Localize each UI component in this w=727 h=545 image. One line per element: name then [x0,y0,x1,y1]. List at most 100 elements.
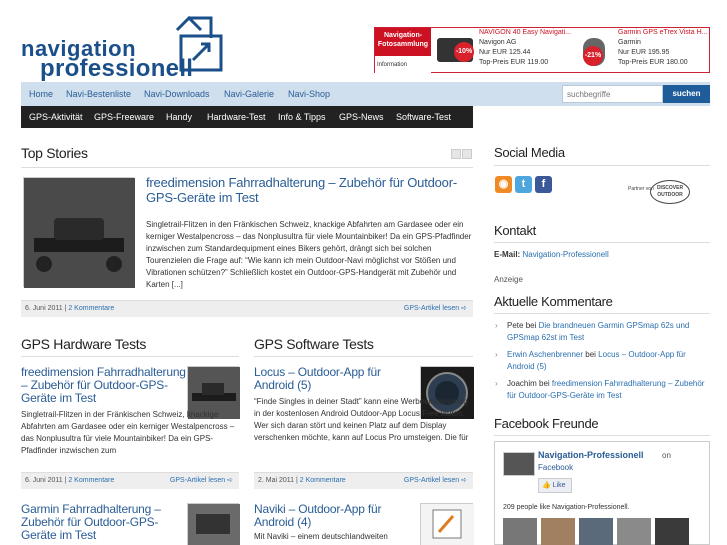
facebook-title: Facebook Freunde [494,416,599,431]
software-article2-thumbnail[interactable] [420,503,474,545]
nav-shop[interactable]: Navi-Shop [288,82,330,106]
fb-like-button[interactable]: 👍 Like [538,478,572,493]
social-media-title: Social Media [494,145,565,160]
fb-page-name[interactable]: Navigation-Professionell [538,450,644,460]
avatar[interactable] [617,518,651,545]
comments-link[interactable]: 2 Kommentare [68,477,114,484]
ad-product-brand: Garmin [618,39,641,46]
arrow-right-icon: › [495,379,498,388]
ad-label: Navigation-Fotosammlung [375,28,431,56]
top-story-meta: 6. Juni 2011 | 2 Kommentare GPS-Artikel … [21,300,473,317]
hardware-article-meta: 6. Juni 2011 | 2 Kommentare GPS-Artikel … [21,472,239,489]
software-article-excerpt: “Finde Singles in deiner Stadt” kann ein… [254,397,469,442]
read-more-link[interactable]: GPS-Artikel lesen ➪ [404,473,467,489]
cat-gps-freeware[interactable]: GPS-Freeware [94,106,154,128]
avatar[interactable] [579,518,613,545]
twitter-icon[interactable]: t [515,176,532,193]
comment-connector: bei [523,321,539,330]
ad-discount-badge: -10% [454,42,474,62]
article-thumbnail[interactable] [23,177,135,288]
discover-outdoor-logo: DISCOVER OUTDOOR [650,180,690,204]
hardware-section-title: GPS Hardware Tests [21,336,147,352]
cat-gps-news[interactable]: GPS-News [339,106,384,128]
rss-icon[interactable]: ◉ [495,176,512,193]
arrow-right-icon: ➪ [227,477,233,484]
hardware-article2-thumbnail[interactable] [187,503,240,545]
slider-next-button[interactable] [462,149,472,159]
top-story-title-link[interactable]: freedimension Fahrradhalterung – Zubehör… [146,175,466,205]
comment-author-link[interactable]: Erwin Aschenbrenner [507,350,583,359]
facebook-icon[interactable]: f [535,176,552,193]
fb-people-count: 209 people like Navigation-Professionell… [503,504,630,511]
slider-prev-button[interactable] [451,149,461,159]
software-section-title: GPS Software Tests [254,336,374,352]
ad-banner[interactable]: Navigation-Fotosammlung Information -10%… [374,27,710,86]
email-label: E-Mail: [494,250,521,259]
ad-product-2[interactable]: Garmin GPS eTrex Vista H... Garmin Nur E… [618,28,710,72]
comments-link[interactable]: 2 Kommentare [68,305,114,312]
cat-gps-aktivitaet[interactable]: GPS-Aktivität [29,106,83,128]
logo-text-line2: professionell [40,55,194,82]
arrow-right-icon: ➪ [461,477,467,484]
ad-product-price: Nur EUR 195.95 [618,49,670,56]
read-more-label: GPS-Artikel lesen [169,477,226,484]
avatar[interactable] [503,518,537,545]
cat-handy[interactable]: Handy [166,106,192,128]
ad-product-1[interactable]: NAVIGON 40 Easy Navigati... Navigon AG N… [479,28,583,72]
fb-link[interactable]: Facebook [538,463,573,472]
contact-line: E-Mail: Navigation-Professionell [494,250,609,259]
partner-badge[interactable]: Partner von DISCOVER OUTDOOR [628,180,692,204]
divider [494,165,710,166]
hardware-article2-title-link[interactable]: Garmin Fahrradhalterung – Zubehör für Ou… [21,503,186,542]
software-article-meta: 2. Mai 2011 | 2 Kommentare GPS-Artikel l… [254,472,473,489]
nav-galerie[interactable]: Navi-Galerie [224,82,274,106]
nav-bestenliste[interactable]: Navi-Bestenliste [66,82,131,106]
search-input[interactable] [562,85,663,103]
software-article-title-link[interactable]: Locus – Outdoor-App für Android (5) [254,366,419,392]
divider [494,242,710,243]
ad-product-top-price: Top-Preis EUR 119.00 [479,59,549,66]
read-more-link[interactable]: GPS-Artikel lesen ➪ [170,473,233,489]
post-date: 6. Juni 2011 [25,477,63,484]
divider [254,356,473,357]
nav-downloads[interactable]: Navi-Downloads [144,82,210,106]
post-date: 6. Juni 2011 [25,305,63,312]
read-more-label: GPS-Artikel lesen [403,305,460,312]
divider [21,356,239,357]
top-story-excerpt: Singletrail-Flitzen in den Fränkischen S… [146,220,472,289]
software-article2-title-link[interactable]: Naviki – Outdoor-App für Android (4) [254,503,419,529]
read-more-label: GPS-Artikel lesen [403,477,460,484]
page-avatar[interactable] [503,452,535,476]
email-link[interactable]: Navigation-Professionell [522,250,608,259]
nav-home[interactable]: Home [29,82,53,106]
fb-on-label: on [662,451,671,460]
ad-product-name: NAVIGON 40 Easy Navigati... [479,29,572,36]
avatar[interactable] [541,518,575,545]
hardware-article-excerpt: Singletrail-Flitzen in der Fränkischen S… [21,410,235,455]
software-article2-excerpt: Mit Naviki – einem deutschlandweiten [254,532,388,541]
divider [494,435,710,436]
arrow-right-icon: › [495,321,498,330]
read-more-link[interactable]: GPS-Artikel lesen ➪ [404,301,467,317]
post-date: 2. Mai 2011 [258,477,295,484]
comments-link[interactable]: 2 Kommentare [300,477,346,484]
divider [21,167,473,168]
naviki-app-icon [421,504,474,545]
avatar[interactable] [655,518,689,545]
cat-software-test[interactable]: Software-Test [396,106,451,128]
ad-product-name: Garmin GPS eTrex Vista H... [618,29,708,36]
ad-product-top-price: Top-Preis EUR 180.00 [618,59,688,66]
category-nav: GPS-Aktivität GPS-Freeware Handy Hardwar… [21,106,473,128]
cat-hardware-test[interactable]: Hardware-Test [207,106,266,128]
comment-connector: bei [536,379,552,388]
search-button[interactable]: suchen [663,85,710,103]
facebook-like-box: Navigation-Professionell on Facebook 👍 L… [494,441,710,545]
site-logo[interactable]: navigation professionell [21,14,226,84]
divider [494,313,710,314]
comments-title: Aktuelle Kommentare [494,294,613,309]
slider-controls [450,149,472,161]
hardware-article-title-link[interactable]: freedimension Fahrradhalterung – Zubehör… [21,366,186,405]
cat-info-tipps[interactable]: Info & Tipps [278,106,326,128]
top-stories-title: Top Stories [21,145,88,161]
thumbs-up-icon: 👍 [542,482,551,489]
